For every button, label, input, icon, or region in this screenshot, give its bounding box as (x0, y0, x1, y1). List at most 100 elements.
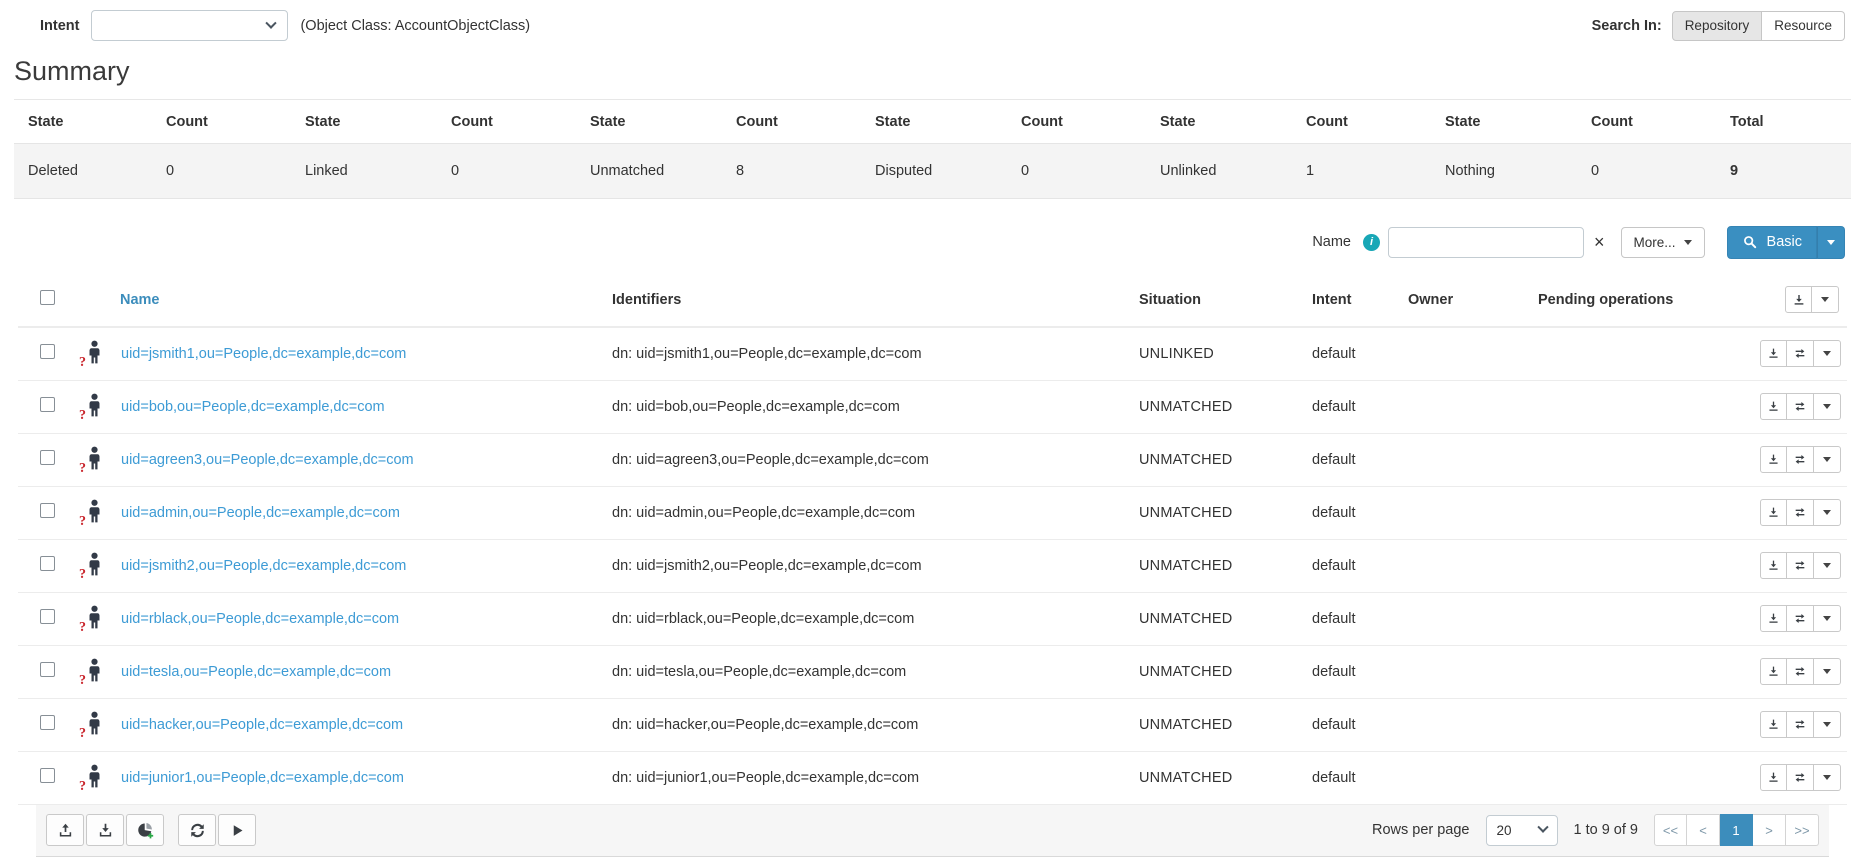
search-in-repository-button[interactable]: Repository (1671, 10, 1763, 41)
rows-per-page-select[interactable]: 20 (1485, 814, 1558, 846)
first-page-button[interactable]: << (1654, 814, 1687, 846)
account-unknown-icon: ? (79, 499, 107, 529)
summary-table: State Count State Count State Count Stat… (14, 100, 1851, 199)
pending-operations-cell (1534, 380, 1755, 434)
summary-state-linked: Linked (299, 143, 445, 199)
page-1-button[interactable]: 1 (1720, 814, 1753, 846)
row-actions (1759, 764, 1843, 791)
more-button[interactable]: More... (1620, 226, 1705, 258)
summary-header-state: State (1439, 100, 1585, 144)
caret-down-icon (1821, 297, 1829, 302)
create-report-button[interactable] (126, 814, 164, 846)
row-transfer-button[interactable] (1787, 393, 1814, 420)
account-name-link[interactable]: uid=tesla,ou=People,dc=example,dc=com (121, 664, 391, 680)
export-caret-button[interactable] (1812, 286, 1839, 313)
row-actions (1759, 711, 1843, 738)
row-transfer-button[interactable] (1787, 711, 1814, 738)
row-checkbox[interactable] (40, 344, 55, 360)
row-download-button[interactable] (1760, 764, 1787, 791)
row-menu-caret-button[interactable] (1814, 340, 1841, 368)
summary-count-unmatched: 8 (730, 143, 869, 199)
row-download-button[interactable] (1760, 711, 1787, 738)
account-name-link[interactable]: uid=admin,ou=People,dc=example,dc=com (121, 505, 400, 521)
refresh-button[interactable] (178, 814, 216, 846)
row-menu-caret-button[interactable] (1814, 605, 1841, 632)
search-in-resource-button[interactable]: Resource (1762, 10, 1845, 41)
account-name-link[interactable]: uid=agreen3,ou=People,dc=example,dc=com (121, 452, 414, 468)
search-input[interactable] (1388, 226, 1584, 258)
row-transfer-button[interactable] (1787, 552, 1814, 579)
row-transfer-button[interactable] (1787, 340, 1814, 368)
download-icon (1769, 613, 1778, 623)
summary-header-count: Count (1585, 100, 1724, 144)
basic-search-button[interactable]: Basic (1726, 225, 1817, 259)
info-icon: i (1363, 233, 1380, 251)
account-name-link[interactable]: uid=hacker,ou=People,dc=example,dc=com (121, 717, 403, 733)
row-checkbox[interactable] (40, 715, 55, 730)
row-menu-caret-button[interactable] (1814, 446, 1841, 473)
row-menu-caret-button[interactable] (1814, 658, 1841, 685)
row-menu-caret-button[interactable] (1814, 764, 1841, 791)
row-checkbox[interactable] (40, 609, 55, 624)
row-download-button[interactable] (1760, 552, 1787, 579)
row-transfer-button[interactable] (1787, 764, 1814, 791)
row-download-button[interactable] (1760, 393, 1787, 420)
play-button[interactable] (218, 814, 256, 846)
last-page-button[interactable]: >> (1786, 814, 1819, 846)
prev-page-button[interactable]: < (1687, 814, 1720, 846)
row-download-button[interactable] (1760, 446, 1787, 473)
clear-search-icon[interactable]: × (1592, 233, 1607, 251)
summary-header-state: State (584, 100, 730, 144)
export-download-button[interactable] (1785, 286, 1812, 313)
account-name-link[interactable]: uid=jsmith2,ou=People,dc=example,dc=com (121, 558, 406, 574)
intent-select[interactable] (91, 10, 289, 41)
owner-cell (1404, 645, 1534, 699)
summary-state-deleted: Deleted (14, 143, 160, 199)
pager-zone: Rows per page 20 1 to 9 of 9 << < 1 > >> (1372, 814, 1819, 846)
download-icon (1769, 666, 1778, 676)
row-download-button[interactable] (1760, 499, 1787, 526)
identifiers-cell: dn: uid=jsmith2,ou=People,dc=example,dc=… (608, 539, 1135, 593)
row-checkbox[interactable] (40, 450, 55, 465)
row-checkbox[interactable] (40, 768, 55, 783)
row-menu-caret-button[interactable] (1814, 499, 1841, 526)
next-page-button[interactable]: > (1753, 814, 1786, 846)
row-download-button[interactable] (1760, 605, 1787, 632)
account-name-link[interactable]: uid=rblack,ou=People,dc=example,dc=com (121, 611, 399, 627)
exchange-icon (1795, 720, 1805, 729)
row-transfer-button[interactable] (1787, 605, 1814, 632)
row-transfer-button[interactable] (1787, 658, 1814, 685)
upload-button[interactable] (46, 814, 84, 846)
row-checkbox[interactable] (40, 397, 55, 412)
row-download-button[interactable] (1760, 340, 1787, 368)
row-transfer-button[interactable] (1787, 499, 1814, 526)
account-name-link[interactable]: uid=junior1,ou=People,dc=example,dc=com (121, 770, 404, 786)
row-checkbox[interactable] (40, 662, 55, 677)
row-menu-caret-button[interactable] (1814, 393, 1841, 420)
row-menu-caret-button[interactable] (1814, 552, 1841, 579)
owner-cell (1404, 486, 1534, 540)
basic-search-caret-button[interactable] (1817, 225, 1845, 259)
owner-cell (1404, 698, 1534, 752)
row-checkbox[interactable] (40, 556, 55, 571)
account-name-link[interactable]: uid=jsmith1,ou=People,dc=example,dc=com (121, 346, 406, 362)
accounts-table: Name Identifiers Situation Intent Owner … (18, 273, 1847, 805)
row-actions (1759, 658, 1843, 685)
row-transfer-button[interactable] (1787, 446, 1814, 473)
intent-cell: default (1308, 433, 1404, 487)
exchange-icon (1795, 614, 1805, 623)
row-download-button[interactable] (1760, 658, 1787, 685)
caret-down-icon (1823, 563, 1831, 568)
intent-label: Intent (40, 17, 80, 34)
refresh-icon (190, 823, 204, 837)
account-name-link[interactable]: uid=bob,ou=People,dc=example,dc=com (121, 399, 385, 415)
column-header-name[interactable]: Name (64, 273, 608, 328)
download-button[interactable] (86, 814, 124, 846)
select-all-checkbox[interactable] (40, 290, 55, 305)
summary-header-count: Count (1015, 100, 1154, 144)
owner-cell (1404, 592, 1534, 646)
column-header-pending: Pending operations (1534, 273, 1755, 328)
row-checkbox[interactable] (40, 503, 55, 518)
summary-header-state: State (1154, 100, 1300, 144)
row-menu-caret-button[interactable] (1814, 711, 1841, 738)
